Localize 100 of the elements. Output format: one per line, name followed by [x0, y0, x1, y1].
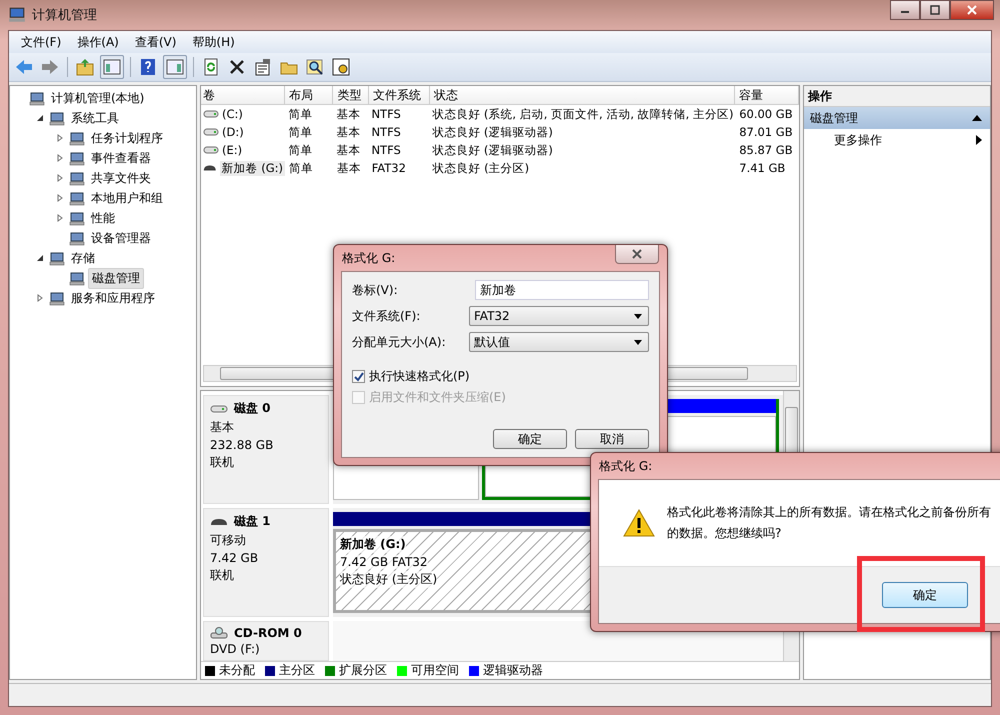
legend-label: 主分区	[279, 662, 315, 679]
tree-node-icon	[69, 210, 85, 226]
maximize-button[interactable]	[920, 0, 950, 20]
tree-item[interactable]: 存储	[68, 248, 98, 268]
action-link[interactable]: 更多操作	[834, 132, 882, 148]
optical-drive-icon	[210, 627, 228, 639]
dialog-button[interactable]: 确定	[493, 429, 567, 449]
legend-label: 逻辑驱动器	[483, 662, 543, 679]
column-header[interactable]: 文件系统	[368, 86, 430, 104]
collapse-icon[interactable]	[36, 254, 44, 262]
column-header[interactable]: 布局	[284, 86, 334, 104]
table-cell-text: 基本	[336, 142, 362, 158]
tree-item[interactable]: 事件查看器	[88, 148, 154, 168]
tree-item[interactable]: 共享文件夹	[88, 168, 154, 188]
actions-section[interactable]: 磁盘管理	[804, 107, 990, 129]
column-header[interactable]: 卷	[201, 86, 285, 104]
field-label: 文件系统(F):	[352, 308, 420, 324]
tree-node-icon	[69, 190, 85, 206]
disk-name: 磁盘 0	[234, 400, 271, 417]
pane-toggle-icon[interactable]	[100, 55, 124, 79]
expand-icon[interactable]	[56, 194, 64, 202]
table-cell-text: 简单	[288, 124, 314, 140]
column-header[interactable]: 容量	[734, 86, 800, 104]
text-field[interactable]: 新加卷	[475, 280, 649, 300]
tree-item[interactable]: 磁盘管理	[88, 268, 144, 288]
table-cell[interactable]: (E:)	[222, 143, 242, 157]
window-title: 计算机管理	[32, 7, 98, 24]
tree-node-icon	[49, 250, 65, 266]
disk-name: 磁盘 1	[234, 513, 271, 530]
table-cell-text: 60.00 GB	[738, 107, 794, 121]
table-cell-text: 简单	[288, 160, 314, 176]
tree-node-icon	[29, 90, 45, 106]
disk-info: 联机	[210, 454, 235, 471]
column-header[interactable]: 状态	[430, 86, 735, 104]
table-cell-text: 状态良好 (逻辑驱动器)	[431, 142, 554, 158]
folder-up-icon[interactable]	[74, 56, 96, 78]
table-cell-text: NTFS	[370, 125, 402, 139]
legend-label: 扩展分区	[339, 662, 387, 679]
tree-item[interactable]: 本地用户和组	[88, 188, 166, 208]
collapse-icon[interactable]	[36, 114, 44, 122]
close-button[interactable]	[615, 245, 659, 264]
tree-item[interactable]: 设备管理器	[88, 228, 154, 248]
field-label: 卷标(V):	[352, 282, 398, 298]
expand-icon[interactable]	[56, 134, 64, 142]
column-header[interactable]: 类型	[333, 86, 369, 104]
ok-button[interactable]: 确定	[882, 582, 968, 608]
table-cell-text: 85.87 GB	[738, 143, 794, 157]
collapse-icon[interactable]	[972, 115, 982, 121]
tree-node-icon	[69, 270, 85, 286]
table-cell[interactable]: 新加卷 (G:)	[220, 160, 285, 176]
close-button[interactable]	[950, 0, 994, 20]
checkbox[interactable]	[352, 370, 365, 383]
tree-node-icon	[49, 290, 65, 306]
tree-node-icon	[69, 230, 85, 246]
close-icon	[632, 249, 642, 259]
legend-label: 未分配	[219, 662, 255, 679]
dropdown[interactable]: 默认值	[469, 332, 649, 352]
tree-item[interactable]: 计算机管理(本地)	[48, 88, 148, 108]
dialog-title: 格式化 G:	[342, 250, 396, 266]
table-cell-text: 简单	[288, 142, 314, 158]
pane-toggle-icon[interactable]	[163, 55, 187, 79]
table-cell-text: NTFS	[370, 143, 402, 157]
partition-size: 7.42 GB FAT32	[340, 555, 428, 569]
table-cell-text: 基本	[336, 160, 362, 176]
caret-icon	[634, 314, 642, 318]
tree-item[interactable]: 系统工具	[68, 108, 122, 128]
expand-icon[interactable]	[36, 294, 44, 302]
minimize-button[interactable]	[890, 0, 920, 20]
table-cell-text: 87.01 GB	[738, 125, 794, 139]
menu-item[interactable]: 操作(A)	[71, 32, 125, 52]
expand-icon[interactable]	[56, 214, 64, 222]
tree-item[interactable]: 任务计划程序	[88, 128, 166, 148]
checkbox-label: 执行快速格式化(P)	[369, 368, 470, 385]
drive-icon	[203, 145, 219, 155]
menu-item[interactable]: 查看(V)	[128, 32, 182, 52]
table-cell-text: NTFS	[370, 107, 402, 121]
dialog-title: 格式化 G:	[599, 458, 652, 474]
tree-item[interactable]: 性能	[88, 208, 118, 228]
partition-name: 新加卷 (G:)	[340, 536, 406, 553]
expand-icon[interactable]	[56, 154, 64, 162]
removable-drive-icon	[203, 163, 217, 173]
menu-item[interactable]: 文件(F)	[15, 32, 68, 52]
dialog-button[interactable]: 取消	[575, 429, 649, 449]
table-cell[interactable]: (D:)	[222, 125, 244, 139]
disk-info: 联机	[210, 567, 235, 584]
table-cell-text: 基本	[336, 124, 362, 140]
expand-icon[interactable]	[56, 174, 64, 182]
checkbox-label: 启用文件和文件夹压缩(E)	[369, 389, 506, 406]
message-text: 格式化此卷将清除其上的所有数据。请在格式化之前备份所有	[667, 504, 991, 521]
dropdown[interactable]: FAT32	[469, 306, 649, 326]
tree-node-icon	[49, 110, 65, 126]
drive-icon	[210, 402, 228, 414]
close-icon	[967, 5, 977, 15]
section-title: 磁盘管理	[810, 110, 858, 126]
table-cell[interactable]: (C:)	[222, 107, 243, 121]
menu-item[interactable]: 帮助(H)	[186, 32, 241, 52]
disk-info: 基本	[210, 419, 235, 436]
tree-node-icon	[69, 170, 85, 186]
tree-item[interactable]: 服务和应用程序	[68, 288, 158, 308]
maximize-icon	[930, 5, 940, 15]
